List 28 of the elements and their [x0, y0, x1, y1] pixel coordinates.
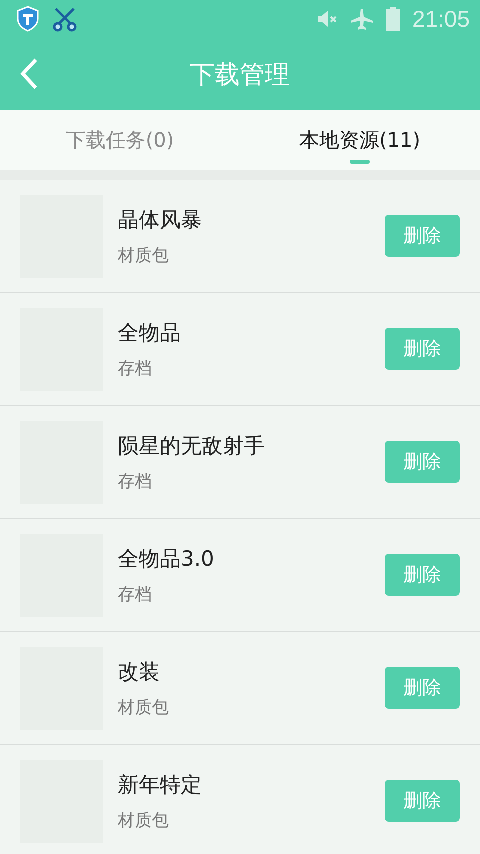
delete-button[interactable]: 删除: [385, 215, 460, 257]
item-name: 陨星的无敌射手: [118, 432, 265, 460]
item-type: 材质包: [118, 696, 169, 718]
tab[interactable]: 本地资源(11): [240, 110, 480, 170]
item-name: 全物品3.0: [118, 546, 214, 572]
item-name: 新年特定: [118, 772, 202, 798]
tab[interactable]: 下载任务(0): [0, 110, 240, 170]
item-type: 存档: [118, 470, 152, 492]
item-type: 存档: [118, 358, 152, 380]
item-name: 改装: [118, 658, 160, 686]
mute-icon: [316, 9, 338, 29]
delete-button[interactable]: 删除: [385, 554, 460, 596]
item-name: 全物品: [118, 320, 181, 346]
item-type: 材质包: [118, 810, 169, 832]
delete-button[interactable]: 删除: [385, 667, 460, 709]
item-name: 晶体风暴: [118, 206, 202, 234]
delete-button[interactable]: 删除: [385, 780, 460, 822]
battery-icon: [386, 7, 400, 31]
back-icon[interactable]: [18, 57, 40, 91]
item-type: 材质包: [118, 244, 169, 266]
delete-button[interactable]: 删除: [385, 328, 460, 370]
shield-icon: [16, 6, 40, 32]
page-title: 下载管理: [190, 58, 290, 90]
scissors-icon: [52, 6, 78, 32]
airplane-icon: [350, 7, 374, 31]
item-type: 存档: [118, 584, 152, 606]
clock-time: 21:05: [412, 6, 470, 32]
delete-button[interactable]: 删除: [385, 441, 460, 483]
